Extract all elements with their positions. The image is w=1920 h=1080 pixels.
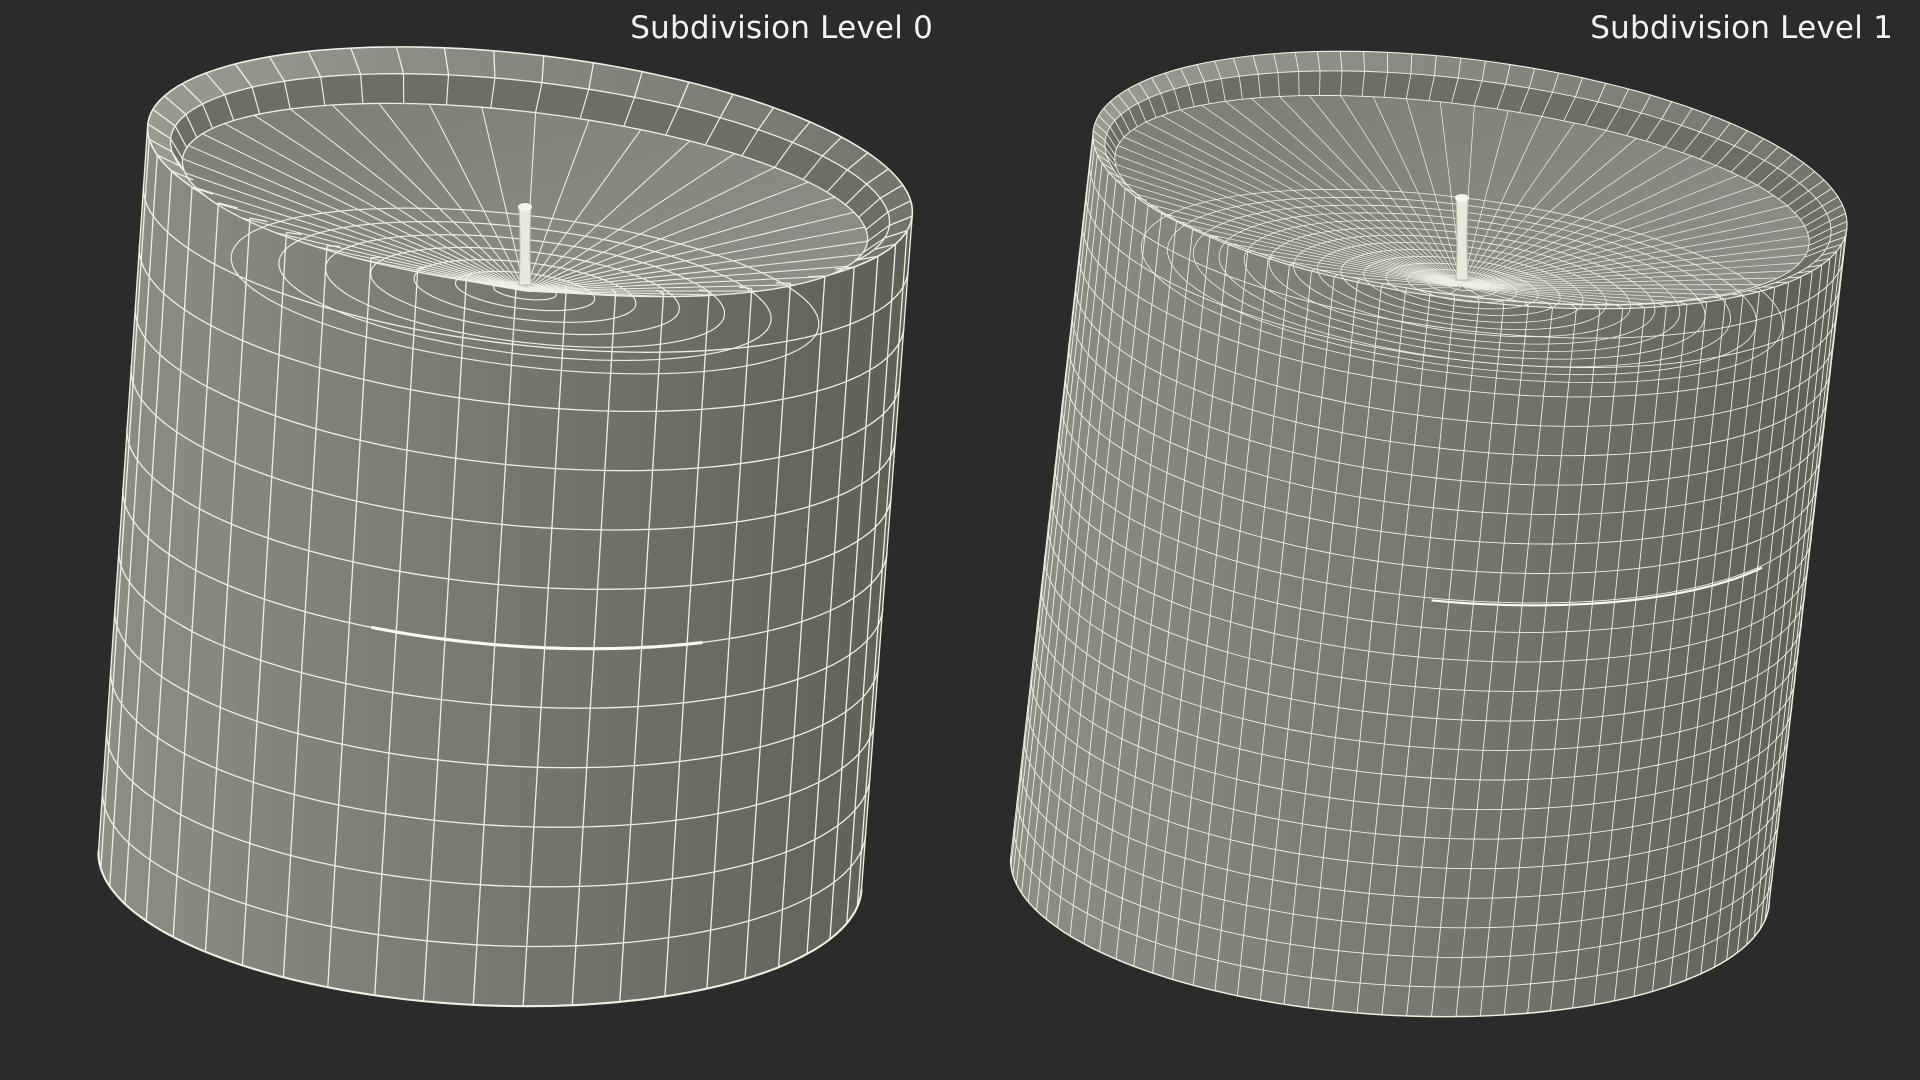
wireframe-render-canvas <box>97 46 1848 1018</box>
render-viewport: Subdivision Level 0 Subdivision Level 1 <box>0 0 1920 1080</box>
panel-label-subdivision-1: Subdivision Level 1 <box>1590 10 1893 46</box>
jar-mesh-subdivision-level-1 <box>1009 50 1848 1018</box>
panel-label-subdivision-0: Subdivision Level 0 <box>630 10 933 46</box>
jar-mesh-subdivision-level-0 <box>97 46 914 1008</box>
